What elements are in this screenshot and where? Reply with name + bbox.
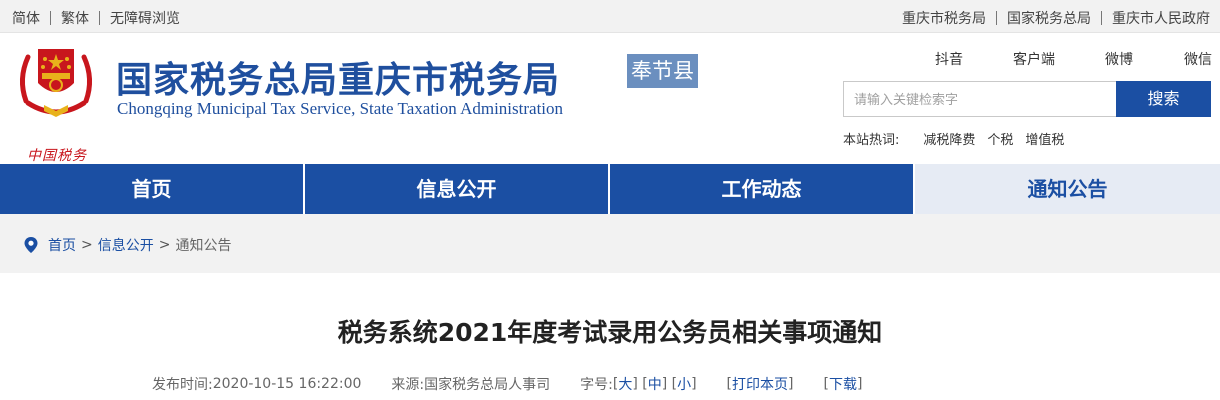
font-size-label: 字号: [580, 377, 613, 393]
search-input[interactable] [843, 81, 1116, 117]
download-button[interactable]: 下载 [829, 374, 857, 394]
breadcrumb-separator: > [158, 237, 171, 253]
weibo-link[interactable]: 微博 [1105, 49, 1133, 69]
article-meta: 发布时间: 2020-10-15 16:22:00 来源: 国家税务总局人事司 … [152, 374, 863, 394]
source-value: 国家税务总局人事司 [424, 377, 551, 393]
app-client-link[interactable]: 客户端 [1013, 49, 1055, 69]
divider [50, 11, 51, 25]
nav-item-home[interactable]: 首页 [0, 164, 305, 214]
font-size-small-button[interactable]: 小 [677, 374, 691, 394]
chongqing-government-link[interactable]: 重庆市人民政府 [1112, 8, 1210, 28]
hot-keyword[interactable]: 减税降费 [923, 129, 975, 148]
print-page-button[interactable]: 打印本页 [732, 374, 788, 394]
nav-item-notices[interactable]: 通知公告 [915, 164, 1220, 214]
douyin-link[interactable]: 抖音 [935, 49, 963, 69]
breadcrumb-section-link[interactable]: 信息公开 [98, 235, 154, 255]
article: 税务系统2021年度考试录用公务员相关事项通知 发布时间: 2020-10-15… [0, 273, 1220, 400]
search-button[interactable]: 搜索 [1116, 81, 1211, 117]
divider [1101, 11, 1102, 25]
logo-calligraphy-text: 中国税务 [27, 148, 87, 164]
breadcrumb-bar: 首页 > 信息公开 > 通知公告 [0, 214, 1220, 273]
related-sites-links: 重庆市税务局 国家税务总局 重庆市人民政府 [902, 8, 1210, 28]
nav-item-info-disclosure[interactable]: 信息公开 [305, 164, 610, 214]
divider [996, 11, 997, 25]
divider [99, 11, 100, 25]
breadcrumb-separator: > [81, 237, 93, 253]
accessibility-link[interactable]: 无障碍浏览 [110, 8, 180, 28]
tax-emblem-icon[interactable] [14, 39, 98, 143]
location-pin-icon [24, 237, 38, 253]
main-nav: 首页 信息公开 工作动态 通知公告 [0, 164, 1220, 214]
publish-time: 2020-10-15 16:22:00 [212, 376, 362, 392]
chongqing-tax-link[interactable]: 重庆市税务局 [902, 8, 986, 28]
site-header: 中国税务 国家税务总局重庆市税务局 Chongqing Municipal Ta… [0, 33, 1220, 164]
top-utility-bar: 简体 繁体 无障碍浏览 重庆市税务局 国家税务总局 重庆市人民政府 [0, 0, 1220, 33]
breadcrumb-current: 通知公告 [175, 238, 232, 254]
state-taxation-link[interactable]: 国家税务总局 [1007, 8, 1091, 28]
language-links: 简体 繁体 无障碍浏览 [12, 8, 180, 28]
hot-keyword[interactable]: 增值税 [1025, 129, 1064, 148]
site-title-en: Chongqing Municipal Tax Service, State T… [117, 99, 564, 118]
hot-keywords: 本站热词: 减税降费 个税 增值税 [843, 129, 1064, 148]
breadcrumb: 首页 > 信息公开 > 通知公告 [22, 235, 231, 255]
hot-keywords-label: 本站热词: [843, 133, 900, 148]
county-label[interactable]: 奉节县 [627, 54, 698, 88]
font-size-large-button[interactable]: 大 [618, 374, 632, 394]
site-title-cn[interactable]: 国家税务总局重庆市税务局 [116, 51, 560, 103]
traditional-chinese-link[interactable]: 繁体 [61, 8, 89, 28]
hot-keyword[interactable]: 个税 [987, 129, 1013, 148]
breadcrumb-home-link[interactable]: 首页 [48, 235, 76, 255]
font-size-medium-button[interactable]: 中 [648, 374, 662, 394]
source-label: 来源: [391, 377, 425, 393]
nav-item-work-news[interactable]: 工作动态 [610, 164, 915, 214]
article-title: 税务系统2021年度考试录用公务员相关事项通知 [337, 318, 883, 347]
wechat-link[interactable]: 微信 [1184, 49, 1212, 69]
publish-time-label: 发布时间: [152, 377, 213, 393]
simplified-chinese-link[interactable]: 简体 [12, 8, 40, 28]
